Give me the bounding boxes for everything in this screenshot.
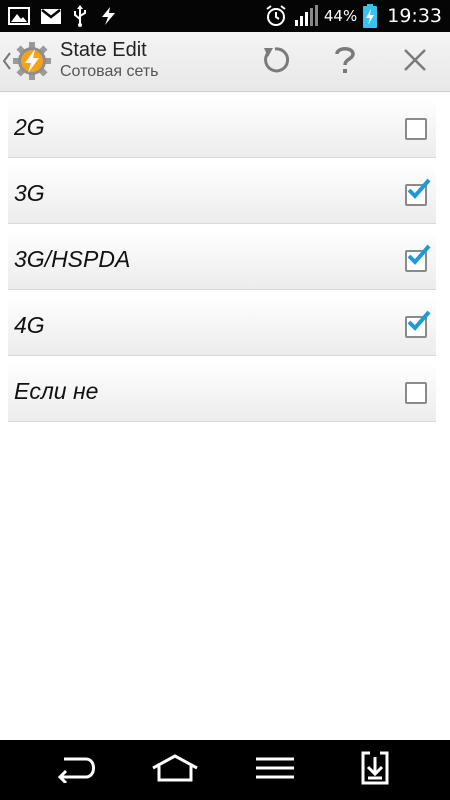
checkmark-icon [407, 310, 431, 331]
home-icon [150, 754, 200, 786]
close-icon [401, 46, 429, 78]
tasker-bolt-icon [98, 6, 118, 26]
option-row-2g[interactable]: 2G [8, 98, 436, 158]
back-icon [52, 753, 98, 787]
alarm-icon [264, 4, 288, 28]
signal-icon [294, 5, 318, 27]
gmail-icon [40, 8, 62, 25]
option-row-4g[interactable]: 4G [8, 296, 436, 356]
up-caret-icon[interactable] [2, 52, 11, 70]
checkmark-icon [407, 244, 431, 265]
option-label: 2G [14, 114, 45, 140]
option-label: 3G [14, 180, 45, 206]
option-checkbox[interactable] [405, 310, 431, 338]
option-label: 4G [14, 312, 45, 338]
option-checkbox[interactable] [405, 244, 431, 272]
option-row-3g[interactable]: 3G [8, 164, 436, 224]
help-icon [332, 44, 358, 80]
notifications-icon [360, 751, 390, 789]
battery-charging-icon [363, 4, 378, 28]
help-button[interactable] [325, 42, 365, 82]
usb-icon [72, 5, 88, 27]
action-bar: State Edit Сотовая сеть [0, 32, 450, 92]
option-checkbox[interactable] [405, 118, 427, 140]
status-bar: 44% 19:33 [0, 0, 450, 32]
gallery-icon [8, 7, 30, 25]
battery-percent: 44% [323, 7, 358, 25]
close-button[interactable] [395, 42, 435, 82]
option-label: 3G/HSPDA [14, 246, 131, 272]
option-row-invert[interactable]: Если не [8, 362, 436, 422]
clock: 19:33 [387, 5, 442, 27]
notifications-button[interactable] [345, 748, 405, 792]
option-row-3g-hspda[interactable]: 3G/HSPDA [8, 230, 436, 290]
option-label: Если не [14, 378, 99, 404]
page-subtitle: Сотовая сеть [60, 63, 159, 80]
navigation-bar [0, 740, 450, 800]
menu-icon [255, 756, 295, 784]
revert-button[interactable] [255, 42, 295, 82]
back-button[interactable] [45, 748, 105, 792]
checkmark-icon [407, 178, 431, 199]
action-bar-titles: State Edit Сотовая сеть [60, 38, 159, 82]
network-type-list: 2G 3G 3G/HSPDA 4G Если не [8, 98, 436, 428]
home-button[interactable] [145, 748, 205, 792]
menu-button[interactable] [245, 748, 305, 792]
option-checkbox[interactable] [405, 382, 427, 404]
option-checkbox[interactable] [405, 178, 431, 206]
revert-icon [259, 44, 291, 80]
tasker-app-icon[interactable] [12, 41, 52, 81]
page-title: State Edit [60, 39, 147, 61]
